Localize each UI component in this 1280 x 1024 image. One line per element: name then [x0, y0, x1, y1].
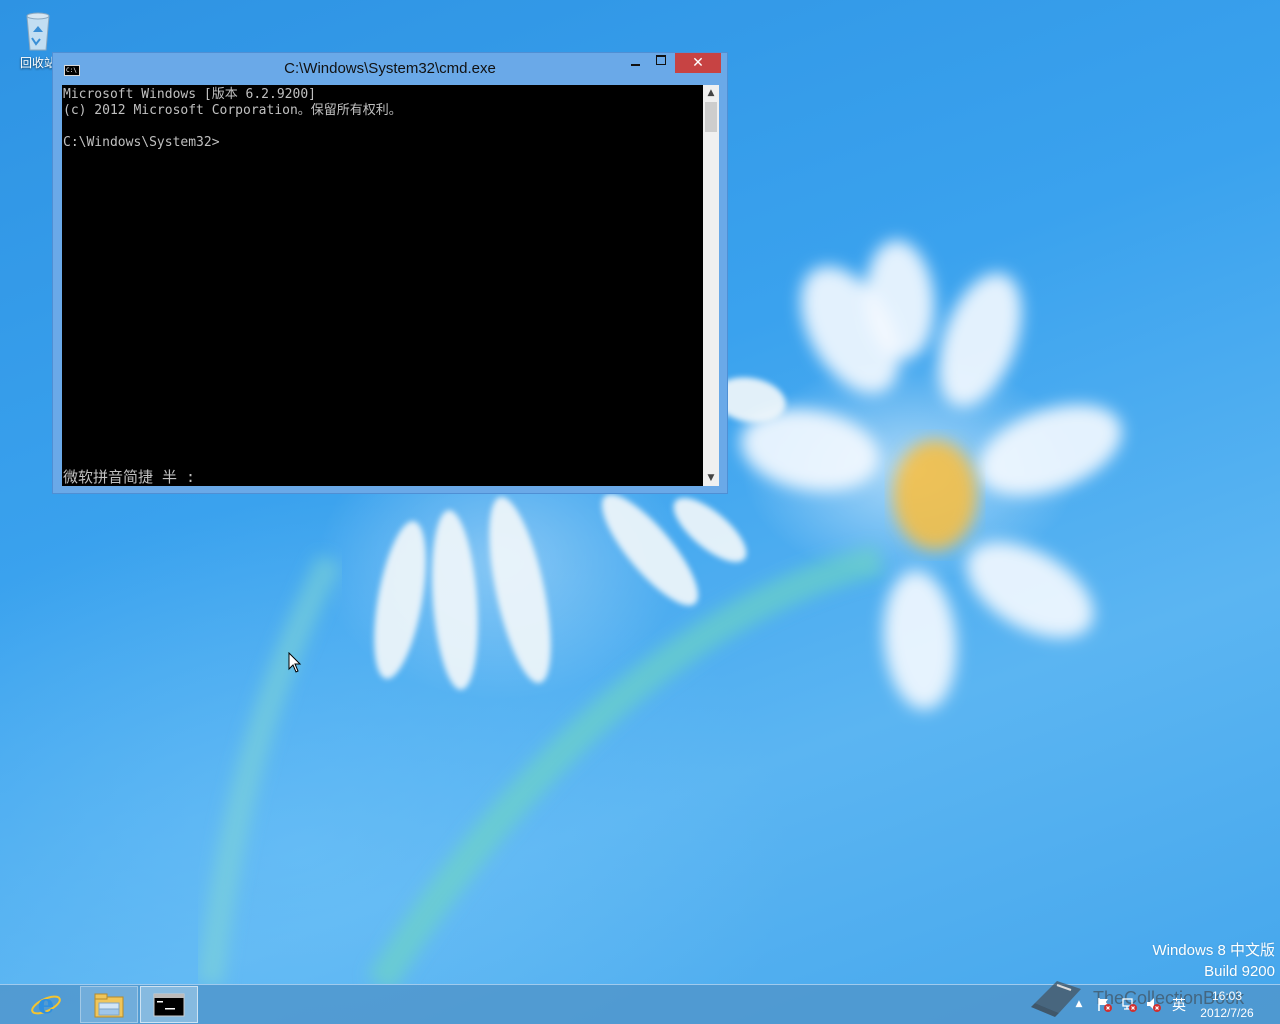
- edition-text: Windows 8 中文版: [1152, 942, 1275, 959]
- recycle-bin-icon: [26, 12, 50, 51]
- build-text: Build 9200: [1204, 963, 1275, 980]
- show-hidden-icons-chevron-icon[interactable]: ▲: [1073, 999, 1085, 1009]
- build-watermark: Windows 8 中文版 Build 9200: [1152, 940, 1275, 982]
- close-icon: ✕: [692, 55, 704, 71]
- taskbar: e: [0, 984, 1280, 1024]
- taskbar-internet-explorer[interactable]: e: [16, 986, 76, 1023]
- maximize-button[interactable]: [651, 53, 671, 73]
- mouse-cursor-icon: [288, 652, 302, 673]
- file-explorer-icon: [94, 993, 124, 1017]
- clock-date: 2012/7/26: [1200, 1006, 1254, 1020]
- book-watermark-icon: [1031, 981, 1081, 1017]
- svg-text:e: e: [38, 990, 55, 1020]
- minimize-icon: [630, 64, 640, 66]
- input-method-indicator[interactable]: 英: [1170, 995, 1188, 1015]
- network-icon[interactable]: [1120, 996, 1138, 1015]
- minimize-button[interactable]: [625, 53, 645, 73]
- maximize-icon: [656, 55, 666, 65]
- command-prompt-icon: [153, 993, 185, 1016]
- console-output[interactable]: Microsoft Windows [版本 6.2.9200] (c) 2012…: [62, 85, 703, 486]
- close-button[interactable]: ✕: [675, 53, 721, 73]
- scroll-thumb[interactable]: [705, 102, 717, 132]
- taskbar-command-prompt[interactable]: [140, 986, 198, 1023]
- taskbar-clock[interactable]: 16:03 2012/7/26: [1192, 988, 1262, 1022]
- vertical-scrollbar[interactable]: ▲ ▼: [703, 85, 719, 486]
- scroll-up-arrow-icon[interactable]: ▲: [703, 85, 719, 101]
- taskbar-file-explorer[interactable]: [80, 986, 138, 1023]
- title-bar[interactable]: C:\ C:\Windows\System32\cmd.exe ✕: [53, 53, 727, 85]
- cmd-window[interactable]: C:\ C:\Windows\System32\cmd.exe ✕ Micros…: [52, 52, 728, 494]
- volume-muted-icon[interactable]: [1144, 996, 1162, 1015]
- console-prompt: C:\Windows\System32>: [63, 135, 220, 150]
- clock-time: 16:03: [1211, 989, 1243, 1003]
- action-center-flag-icon[interactable]: [1095, 996, 1113, 1015]
- internet-explorer-icon: e: [31, 990, 61, 1020]
- console-line: Microsoft Windows [版本 6.2.9200]: [63, 87, 316, 102]
- scroll-down-arrow-icon[interactable]: ▼: [703, 470, 719, 486]
- ime-status-line: 微软拼音简捷 半 :: [63, 468, 196, 486]
- console-line: (c) 2012 Microsoft Corporation。保留所有权利。: [63, 103, 402, 118]
